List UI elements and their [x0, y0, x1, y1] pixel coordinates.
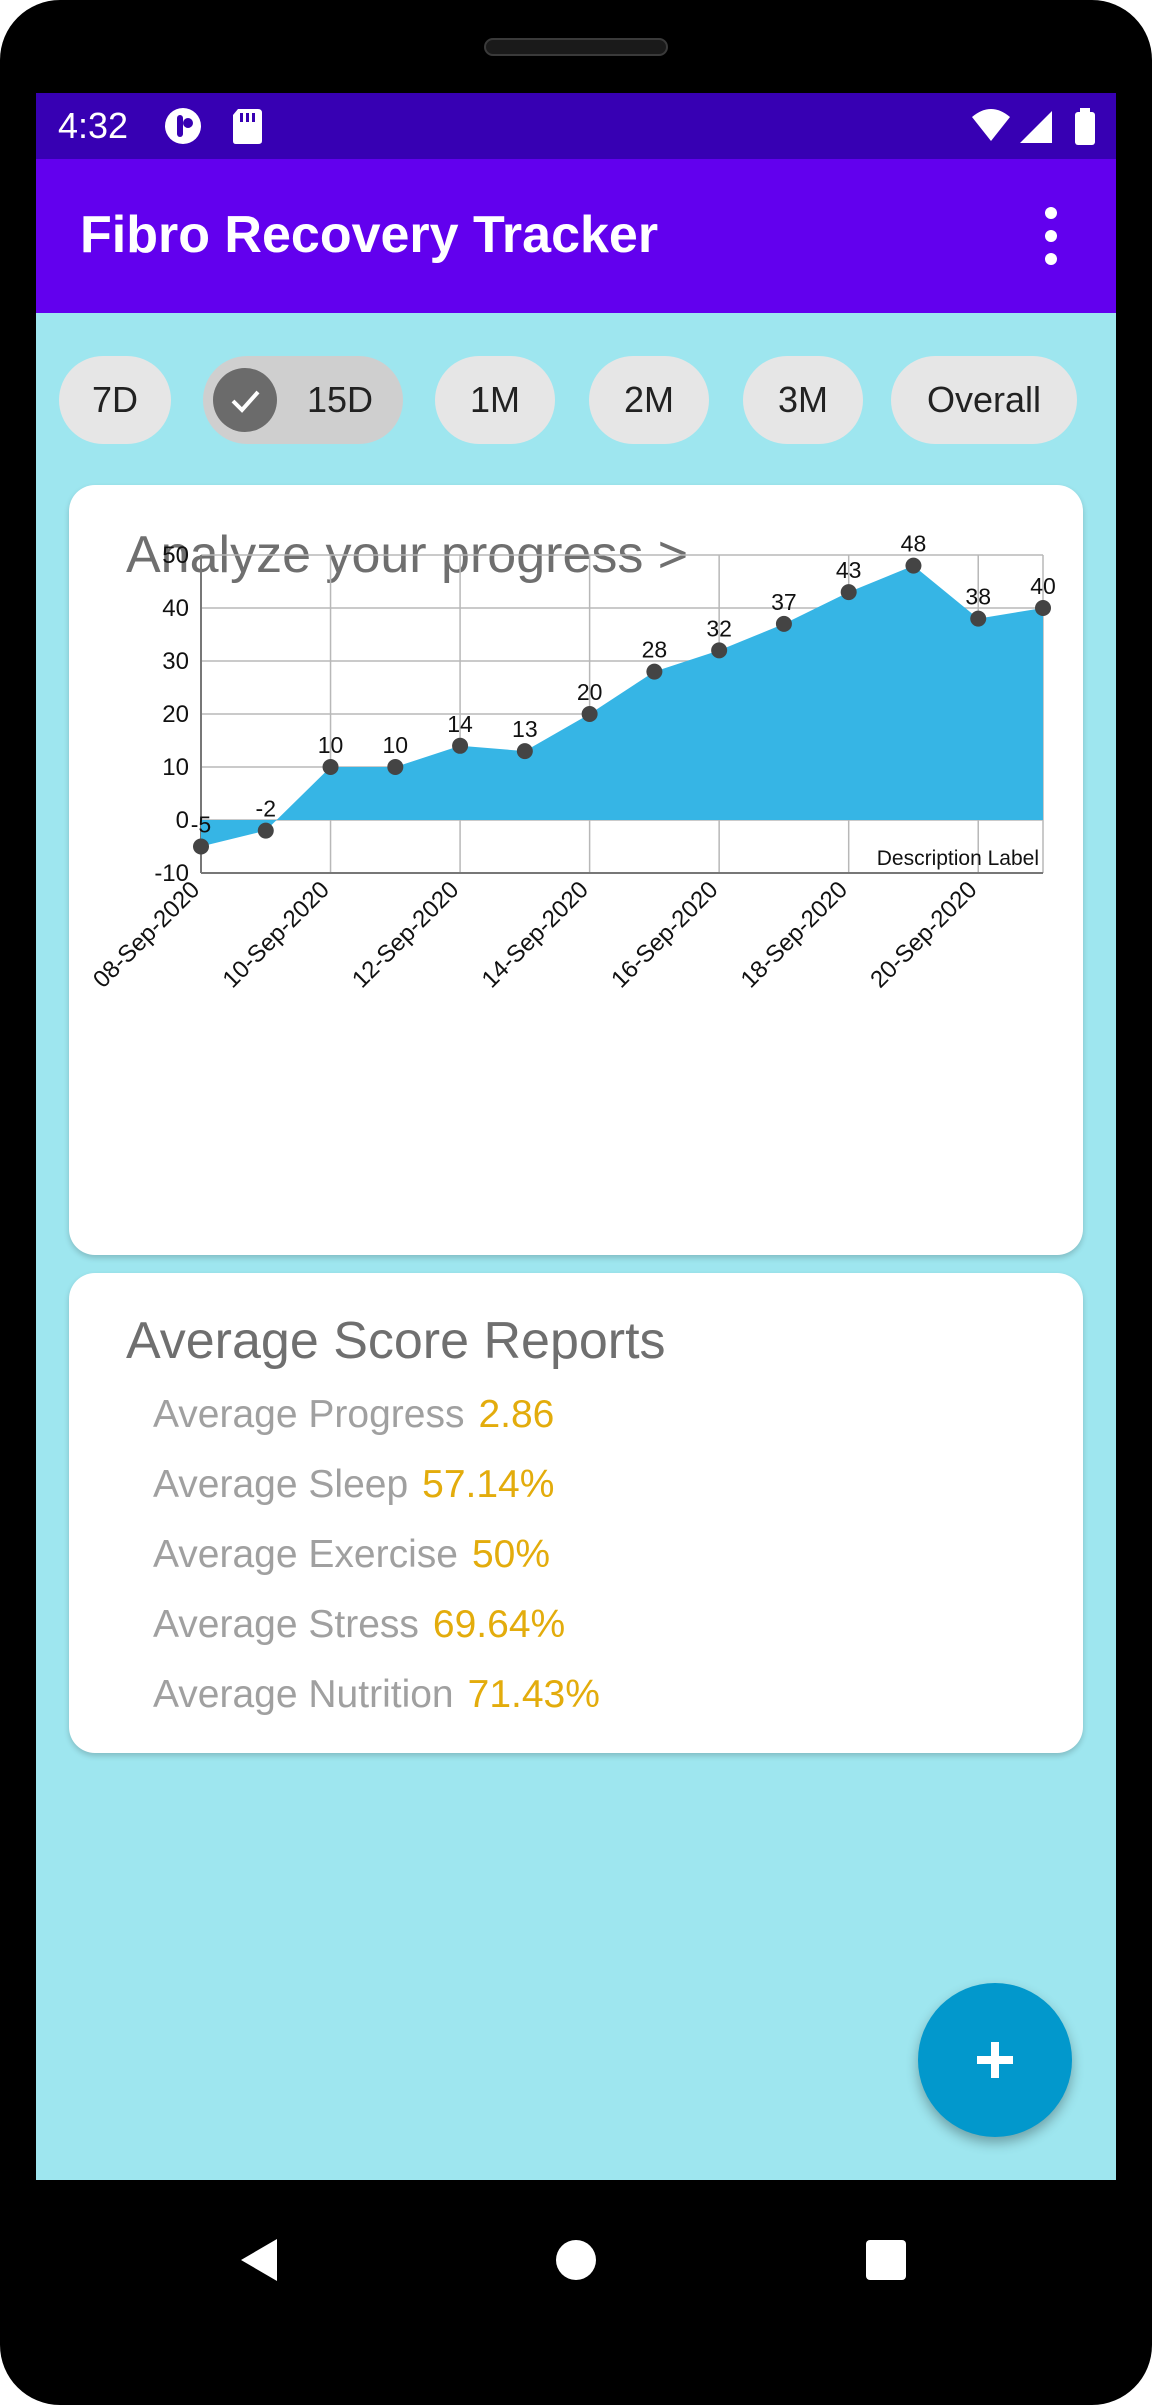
report-value: 50%	[471, 1533, 550, 1576]
chip-7d[interactable]: 7D	[59, 356, 171, 444]
status-time: 4:32	[58, 105, 129, 146]
progress-area-chart: 50403020100-1008-Sep-2020 10-Sep-2020 12-S…	[88, 531, 1056, 994]
y-tick-label: 40	[162, 595, 189, 622]
x-tick-label: 10-Sep-2020	[218, 876, 335, 993]
report-label: Average Stress	[153, 1603, 419, 1646]
add-icon	[977, 2042, 1013, 2078]
data-label: 13	[512, 716, 538, 742]
data-point	[257, 822, 274, 839]
data-label: 43	[836, 557, 862, 583]
y-tick-label: 50	[162, 542, 189, 569]
data-label: 28	[642, 637, 668, 663]
x-tick-label: 12-Sep-2020	[347, 876, 464, 993]
data-label: 32	[706, 615, 732, 641]
progress-chart-card[interactable]: Analyze your progress > 50 40 30 20 10 0 -10 08…	[69, 485, 1083, 1255]
home-icon[interactable]	[536, 2220, 616, 2300]
reports-card-title: Average Score Reports	[126, 1312, 666, 1370]
data-point	[775, 615, 792, 632]
x-tick-label: 20-Sep-2020	[865, 876, 982, 993]
data-point	[193, 838, 209, 855]
report-value: 2.86	[478, 1393, 555, 1436]
chart-description-label: Description Label	[877, 847, 1039, 870]
data-point	[1035, 600, 1051, 616]
chip-label: 7D	[91, 379, 139, 420]
data-label: 48	[901, 531, 927, 557]
report-row-progress: Average Progress 2.86	[153, 1393, 554, 1437]
data-point	[711, 642, 728, 659]
data-label: 10	[383, 732, 409, 758]
more-vert-icon[interactable]	[1036, 203, 1066, 269]
report-label: Average Nutrition	[153, 1673, 454, 1716]
y-tick-label: 20	[162, 701, 189, 728]
add-entry-fab[interactable]	[918, 1983, 1072, 2137]
data-label: 14	[447, 711, 473, 737]
data-point	[387, 759, 404, 775]
notification-app-icon	[165, 108, 201, 144]
report-label: Average Sleep	[153, 1463, 409, 1506]
report-value: 71.43%	[467, 1673, 600, 1716]
data-point	[646, 663, 663, 680]
y-tick-label: 30	[162, 648, 189, 675]
wifi-icon	[972, 109, 1010, 141]
report-label: Average Progress	[153, 1393, 465, 1436]
cell-signal-icon	[1020, 111, 1052, 143]
speaker-grille	[484, 38, 668, 56]
data-point	[452, 737, 469, 754]
battery-icon	[1075, 108, 1095, 145]
data-label: 10	[318, 732, 344, 758]
chip-2m[interactable]: 2M	[589, 356, 709, 444]
data-point	[516, 743, 533, 760]
data-point	[581, 706, 598, 722]
report-value: 69.64%	[432, 1603, 566, 1646]
data-label: -5	[191, 812, 211, 838]
average-score-reports-card: Average Score Reports Average Progress 2.…	[69, 1273, 1083, 1753]
back-icon[interactable]	[220, 2220, 300, 2300]
data-label: -2	[256, 796, 276, 822]
app-bar: Fibro Recovery Tracker	[36, 159, 1116, 313]
chip-overall[interactable]: Overall	[891, 356, 1077, 444]
x-tick-label: 14-Sep-2020	[477, 876, 594, 993]
x-tick-label: 08-Sep-2020	[88, 876, 205, 993]
chip-label: 15D	[307, 379, 374, 420]
data-point	[905, 557, 922, 574]
device-frame: 4:32 Fibro Recovery Tracker 7D 15D 1M 2M…	[0, 0, 1152, 2405]
report-row-sleep: Average Sleep 57.14%	[153, 1463, 554, 1507]
data-label: 20	[577, 679, 603, 705]
time-range-filter: 7D 15D 1M 2M 3M Overall	[36, 356, 1116, 444]
check-icon	[213, 368, 277, 432]
x-tick-label: 18-Sep-2020	[736, 876, 853, 993]
x-tick-label: 16-Sep-2020	[606, 876, 723, 993]
chip-label: 1M	[469, 379, 520, 420]
data-label: 37	[771, 589, 797, 615]
data-point	[970, 610, 987, 627]
chip-3m[interactable]: 3M	[743, 356, 863, 444]
app-title: Fibro Recovery Tracker	[80, 206, 659, 264]
report-row-exercise: Average Exercise 50%	[153, 1533, 550, 1577]
status-bar: 4:32	[36, 93, 1116, 159]
data-point	[322, 759, 339, 775]
chip-label: Overall	[926, 379, 1042, 420]
chip-label: 2M	[623, 379, 674, 420]
report-value: 57.14%	[422, 1463, 555, 1506]
data-label: 38	[965, 584, 991, 610]
y-tick-label: 0	[176, 807, 189, 834]
chip-label: 3M	[777, 379, 828, 420]
report-row-stress: Average Stress 69.64%	[153, 1603, 565, 1647]
system-nav-bar	[0, 2180, 1152, 2350]
report-row-nutrition: Average Nutrition 71.43%	[153, 1673, 600, 1717]
report-label: Average Exercise	[153, 1533, 458, 1576]
recents-icon[interactable]	[846, 2220, 926, 2300]
screen: 4:32 Fibro Recovery Tracker 7D 15D 1M 2M…	[36, 93, 1116, 2180]
chip-15d[interactable]: 15D	[203, 356, 403, 444]
data-point	[840, 584, 857, 601]
chip-1m[interactable]: 1M	[435, 356, 555, 444]
sd-card-icon	[233, 109, 262, 144]
y-tick-label: 10	[162, 754, 189, 781]
data-label: 40	[1030, 573, 1056, 599]
